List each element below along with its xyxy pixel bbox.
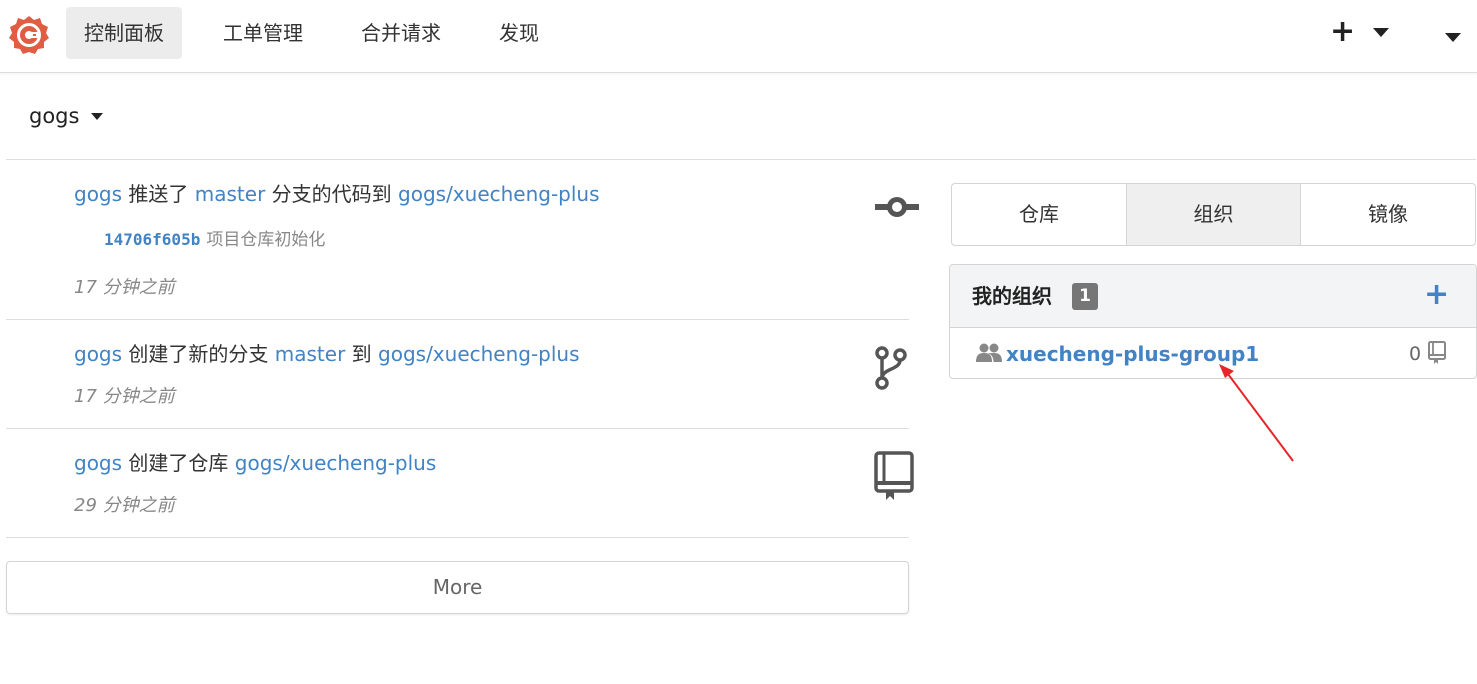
org-repo-count: 0 [1409, 343, 1422, 365]
feed-middle-text: 到 [351, 342, 372, 366]
create-new-button[interactable]: + [1330, 16, 1355, 48]
context-caret-icon[interactable] [91, 113, 103, 120]
feed-item: gogs 创建了仓库 gogs/xuecheng-plus 29 分钟之前 [6, 429, 914, 538]
top-navbar: 控制面板 工单管理 合并请求 发现 + [0, 0, 1477, 73]
feed-branch-link[interactable]: master [275, 342, 346, 366]
feed-time: 17 分钟之前 [74, 277, 175, 298]
feed-repo-link[interactable]: gogs/xuecheng-plus [235, 451, 437, 475]
feed-user-link[interactable]: gogs [74, 451, 122, 475]
nav-dashboard[interactable]: 控制面板 [66, 7, 182, 59]
feed-middle-text: 分支的代码到 [271, 182, 392, 206]
feed-time: 17 分钟之前 [74, 386, 175, 407]
feed-action-text: 创建了仓库 [128, 451, 229, 475]
feed-branch-link[interactable]: master [195, 182, 266, 206]
org-name-link[interactable]: xuecheng-plus-group1 [1006, 341, 1259, 367]
feed-repo-link[interactable]: gogs/xuecheng-plus [398, 182, 600, 206]
repo-icon [874, 451, 914, 500]
repo-count-icon [1428, 341, 1446, 364]
feed-time: 29 分钟之前 [74, 495, 175, 516]
context-switcher[interactable]: gogs [29, 102, 79, 130]
feed-item: gogs 推送了 master 分支的代码到 gogs/xuecheng-plu… [6, 160, 919, 320]
tab-organizations[interactable]: 组织 [1127, 184, 1300, 245]
nav-issues[interactable]: 工单管理 [205, 7, 321, 59]
dashboard-tabs: 仓库 组织 镜像 [951, 183, 1476, 246]
feed-commit: 14706f605b 项目仓库初始化 [104, 228, 325, 252]
feed-title: gogs 创建了仓库 gogs/xuecheng-plus [74, 449, 436, 477]
commit-sha-link[interactable]: 14706f605b [104, 230, 200, 249]
nav-pull-requests[interactable]: 合并请求 [343, 7, 459, 59]
feed-item: gogs 创建了新的分支 master 到 gogs/xuecheng-plus… [6, 320, 909, 429]
feed-user-link[interactable]: gogs [74, 182, 122, 206]
my-orgs-panel: 我的组织 1 + xuecheng-plus-group1 0 [949, 264, 1477, 379]
nav-explore[interactable]: 发现 [481, 7, 557, 59]
feed-user-link[interactable]: gogs [74, 342, 122, 366]
user-menu-caret-icon[interactable] [1445, 33, 1461, 42]
commit-message: 项目仓库初始化 [206, 230, 326, 250]
feed-action-text: 创建了新的分支 [128, 342, 269, 366]
org-count-badge: 1 [1072, 283, 1098, 310]
tab-repositories[interactable]: 仓库 [952, 184, 1126, 245]
org-list-item[interactable]: xuecheng-plus-group1 0 [950, 329, 1476, 379]
feed-repo-link[interactable]: gogs/xuecheng-plus [378, 342, 580, 366]
feed-title: gogs 推送了 master 分支的代码到 gogs/xuecheng-plu… [74, 180, 600, 208]
add-org-button[interactable]: + [1424, 279, 1449, 311]
commit-icon [875, 197, 919, 217]
gogs-logo-icon[interactable] [8, 14, 50, 56]
org-panel-title: 我的组织 [972, 284, 1052, 308]
tab-mirrors[interactable]: 镜像 [1301, 184, 1475, 245]
feed-action-text: 推送了 [128, 182, 189, 206]
organization-icon [976, 343, 1002, 362]
feed-title: gogs 创建了新的分支 master 到 gogs/xuecheng-plus [74, 340, 580, 368]
more-button[interactable]: More [6, 561, 909, 614]
org-panel-header: 我的组织 1 + [950, 265, 1476, 328]
create-dropdown-caret-icon[interactable] [1373, 28, 1389, 37]
branch-icon [875, 346, 907, 390]
